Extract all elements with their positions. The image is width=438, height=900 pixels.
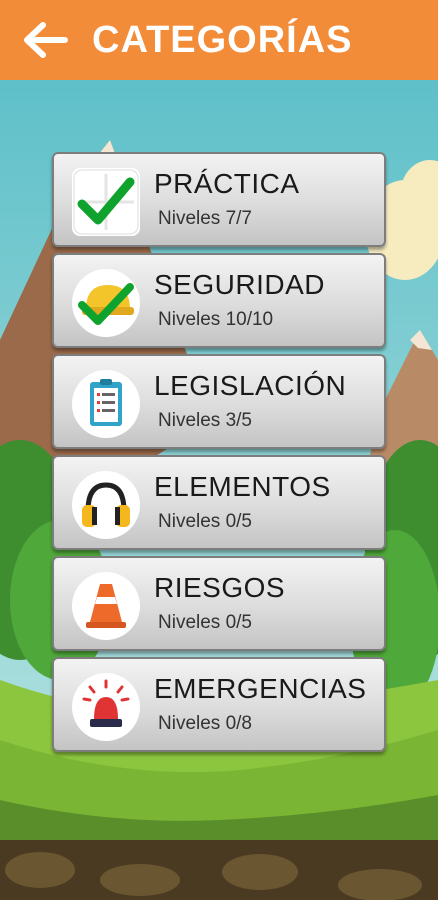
- category-levels: Niveles 0/5: [158, 612, 252, 633]
- category-list: PRÁCTICA Niveles 7/7 SEGURIDAD Niveles 1…: [52, 152, 386, 758]
- category-title: SEGURIDAD: [154, 269, 325, 300]
- headphones-icon: [72, 471, 140, 539]
- back-button[interactable]: [20, 15, 70, 65]
- siren-icon: [72, 673, 140, 741]
- category-levels: Niveles 7/7: [158, 208, 252, 229]
- category-card-riesgos[interactable]: RIESGOS Niveles 0/5: [52, 556, 386, 651]
- arrow-left-icon: [24, 22, 68, 58]
- category-title: EMERGENCIAS: [154, 673, 367, 704]
- page-title: CATEGORÍAS: [92, 18, 353, 61]
- category-card-elementos[interactable]: ELEMENTOS Niveles 0/5: [52, 455, 386, 550]
- puzzle-check-icon: [72, 168, 140, 236]
- category-title: LEGISLACIÓN: [154, 370, 347, 401]
- category-title: ELEMENTOS: [154, 471, 331, 502]
- traffic-cone-icon: [72, 572, 140, 640]
- category-title: PRÁCTICA: [154, 168, 300, 199]
- category-levels: Niveles 10/10: [158, 309, 274, 330]
- category-levels: Niveles 3/5: [158, 410, 252, 431]
- category-title: RIESGOS: [154, 572, 286, 603]
- category-card-legislacion[interactable]: LEGISLACIÓN Niveles 3/5: [52, 354, 386, 449]
- category-card-seguridad[interactable]: SEGURIDAD Niveles 10/10: [52, 253, 386, 348]
- category-card-emergencias[interactable]: EMERGENCIAS Niveles 0/8: [52, 657, 386, 752]
- helmet-check-icon: [72, 269, 140, 337]
- category-levels: Niveles 0/5: [158, 511, 252, 532]
- app-header: CATEGORÍAS: [0, 0, 438, 80]
- clipboard-icon: [72, 370, 140, 438]
- category-card-practica[interactable]: PRÁCTICA Niveles 7/7: [52, 152, 386, 247]
- category-levels: Niveles 0/8: [158, 713, 252, 734]
